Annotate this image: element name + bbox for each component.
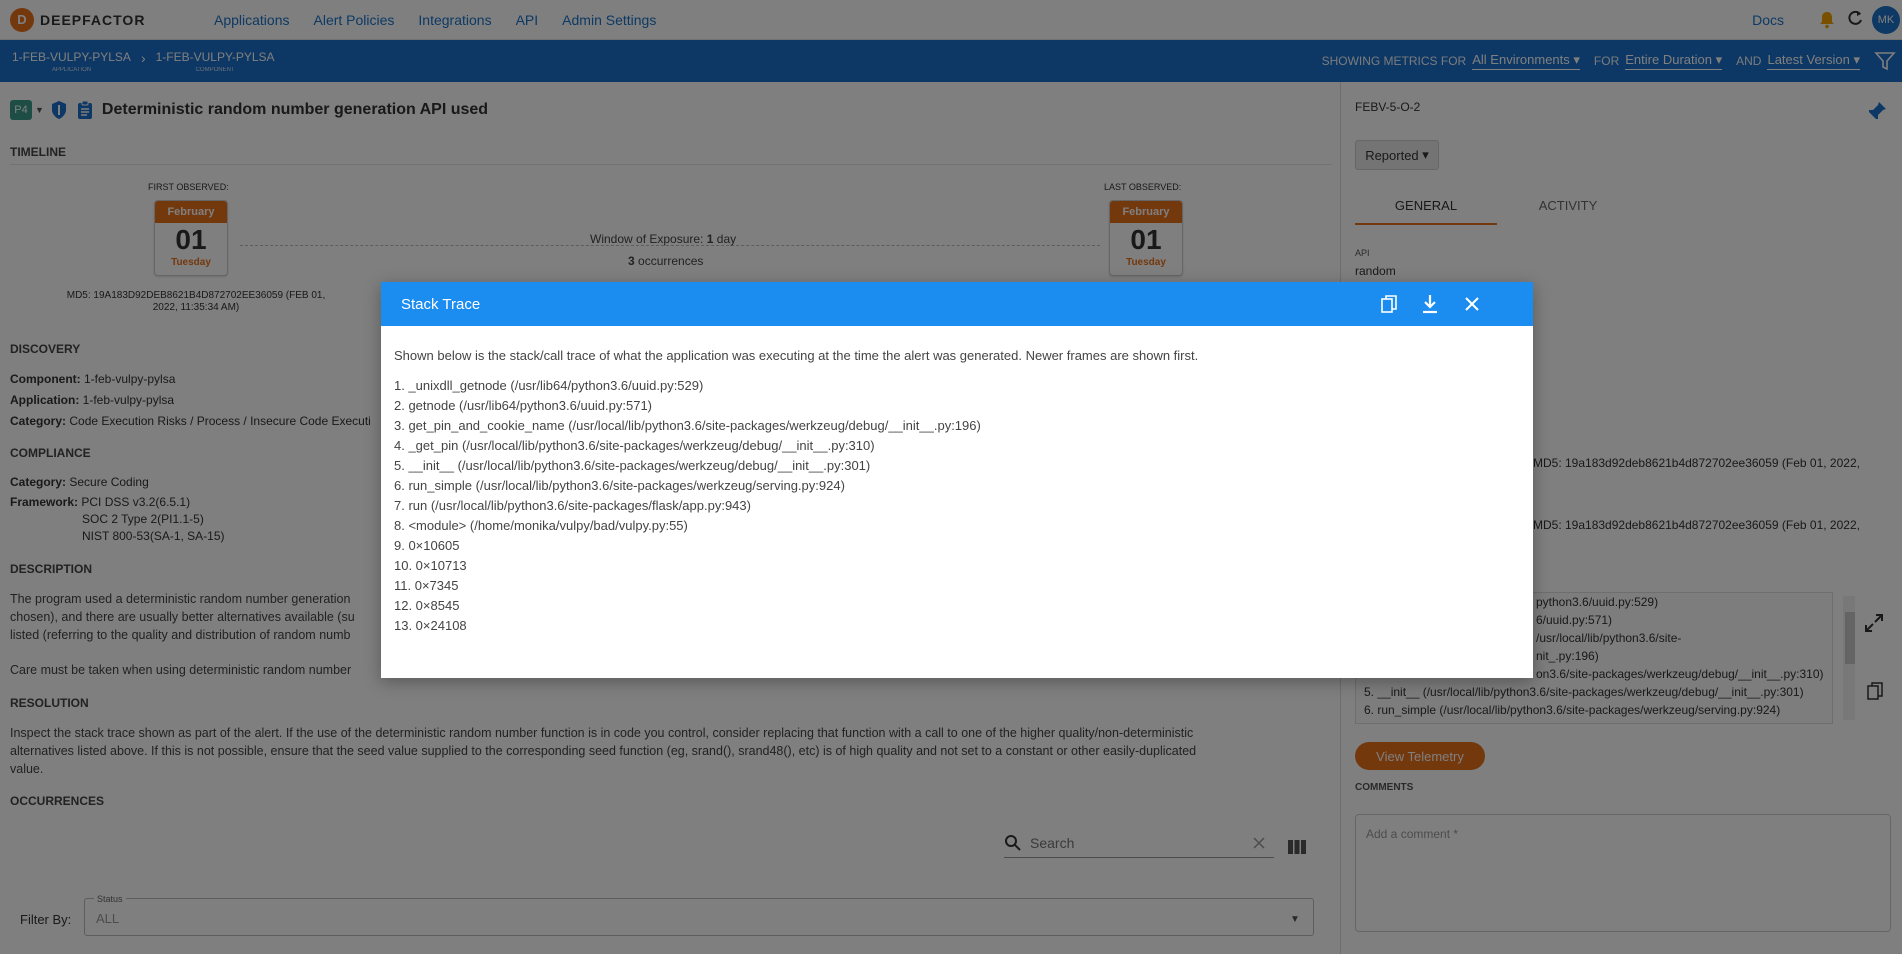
stack-frame: 9. 0×10605 bbox=[394, 538, 460, 553]
stack-frame: 7. run (/usr/local/lib/python3.6/site-pa… bbox=[394, 498, 751, 513]
stack-frame: 3. get_pin_and_cookie_name (/usr/local/l… bbox=[394, 418, 981, 433]
stack-frame: 4. _get_pin (/usr/local/lib/python3.6/si… bbox=[394, 438, 875, 453]
stack-frame: 11. 0×7345 bbox=[394, 578, 459, 593]
stack-frame: 1. _unixdll_getnode (/usr/lib64/python3.… bbox=[394, 378, 704, 393]
modal-description: Shown below is the stack/call trace of w… bbox=[394, 348, 1199, 363]
stack-frame: 13. 0×24108 bbox=[394, 618, 467, 633]
stack-frame: 12. 0×8545 bbox=[394, 598, 460, 613]
stack-frame: 2. getnode (/usr/lib64/python3.6/uuid.py… bbox=[394, 398, 653, 413]
modal-title: Stack Trace bbox=[401, 295, 481, 313]
stack-frame: 5. __init__ (/usr/local/lib/python3.6/si… bbox=[394, 458, 871, 473]
close-icon[interactable] bbox=[1463, 295, 1481, 313]
stack-trace-modal: Stack Trace Shown below is the stack/cal… bbox=[381, 282, 1533, 678]
stack-frames: 1. _unixdll_getnode (/usr/lib64/python3.… bbox=[394, 376, 981, 636]
download-icon[interactable] bbox=[1421, 294, 1439, 314]
stack-frame: 8. <module> (/home/monika/vulpy/bad/vulp… bbox=[394, 518, 688, 533]
modal-header: Stack Trace bbox=[381, 282, 1533, 326]
copy-icon[interactable] bbox=[1381, 295, 1397, 313]
stack-frame: 10. 0×10713 bbox=[394, 558, 467, 573]
stack-frame: 6. run_simple (/usr/local/lib/python3.6/… bbox=[394, 478, 845, 493]
